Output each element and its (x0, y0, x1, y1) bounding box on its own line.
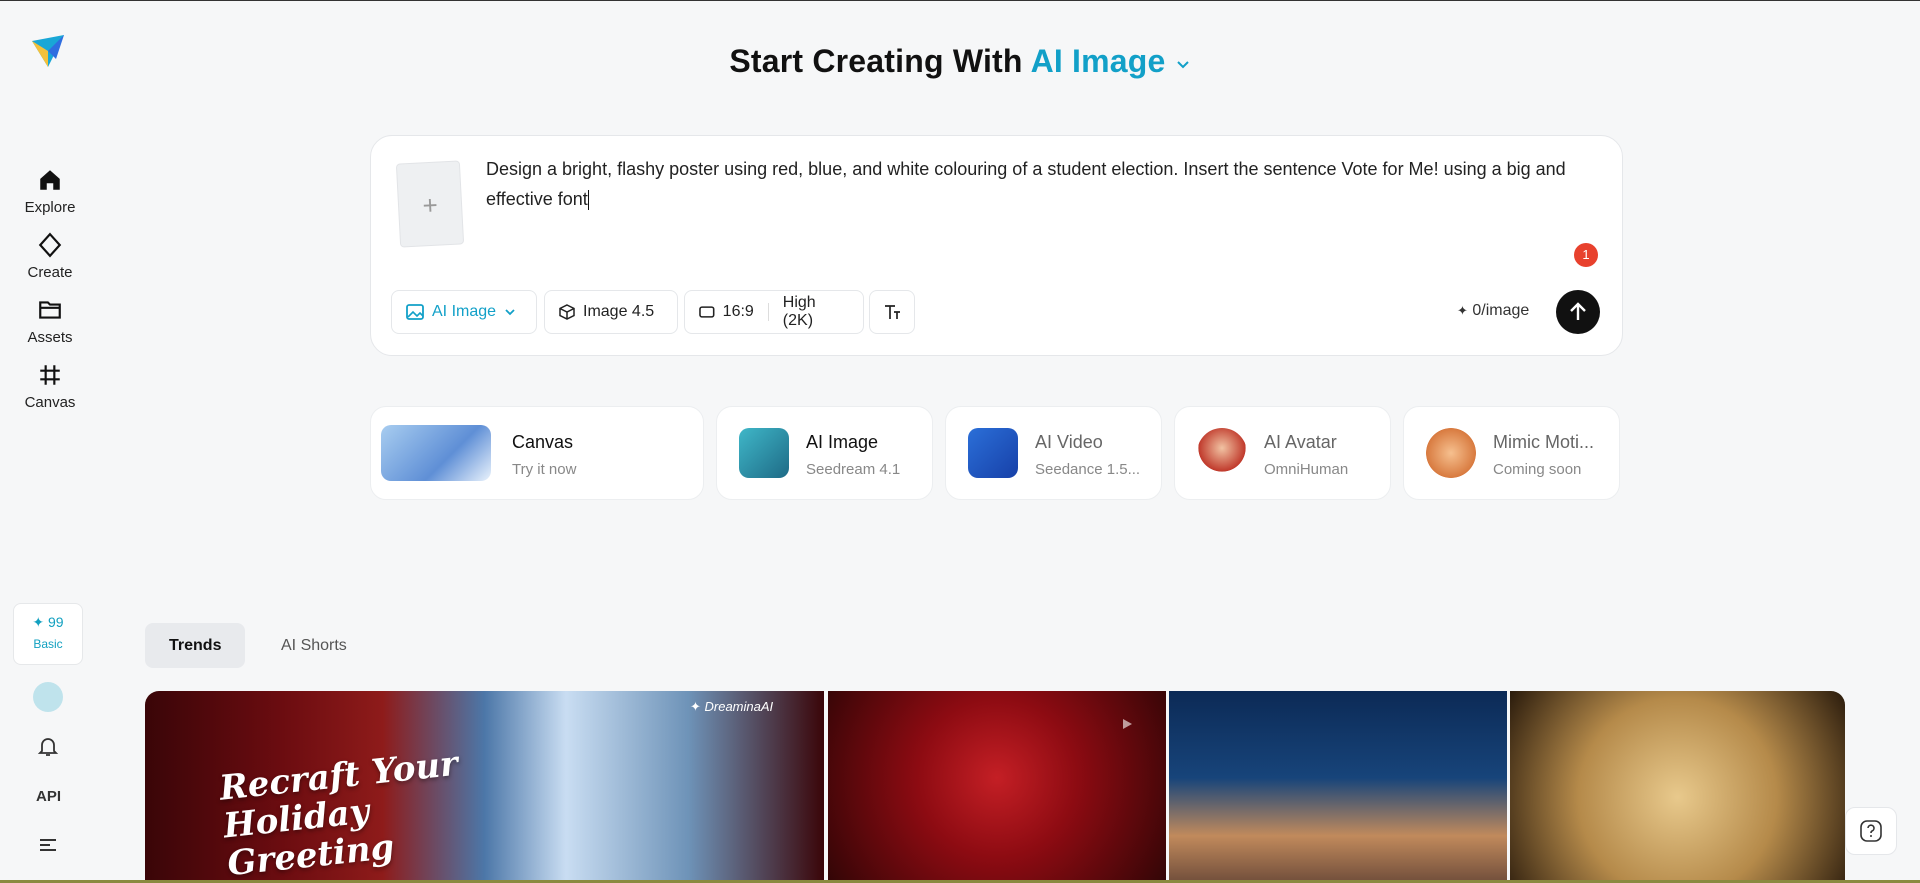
tool-subtitle: Coming soon (1493, 461, 1582, 478)
mode-selector-label: AI Image (1030, 43, 1166, 79)
play-icon (1123, 719, 1132, 729)
text-style-button[interactable] (869, 290, 915, 334)
sidebar-item-label: Canvas (24, 394, 76, 411)
tool-card-ai-image[interactable]: AI Image Seedream 4.1 (716, 406, 933, 500)
model-label: Image 4.5 (583, 303, 655, 320)
folder-icon (39, 301, 61, 319)
arrow-up-icon (1570, 302, 1586, 320)
ai-video-thumbnail (968, 428, 1018, 478)
ratio-label: 16:9 (722, 303, 754, 320)
mode-dropdown-label: AI Image (432, 303, 497, 320)
ai-avatar-thumbnail (1197, 428, 1247, 478)
model-selector[interactable]: Image 4.5 (544, 290, 678, 334)
prompt-card: + Design a bright, flashy poster using r… (370, 135, 1623, 356)
tool-subtitle: OmniHuman (1264, 461, 1349, 478)
sidebar-item-create[interactable]: Create (0, 232, 100, 281)
sidebar-item-assets[interactable]: Assets (0, 297, 100, 346)
prompt-text-line2: effective font (486, 189, 588, 209)
tool-title: AI Video (1035, 432, 1103, 452)
tool-title: Canvas (512, 432, 574, 452)
sparkle-icon: ✦ (1457, 303, 1468, 318)
sidebar-item-canvas[interactable]: Canvas (0, 362, 100, 411)
tool-title: AI Image (806, 432, 879, 452)
tool-title: Mimic Moti... (1493, 432, 1594, 452)
crop-icon (40, 365, 60, 385)
tool-card-ai-avatar[interactable]: AI Avatar OmniHuman (1174, 406, 1391, 500)
ai-image-thumbnail (739, 428, 789, 478)
aspect-ratio-icon (699, 306, 715, 318)
image-icon (406, 304, 424, 320)
gallery-item-title: Recraft Your Holiday Greeting (217, 743, 460, 883)
tab-trends[interactable]: Trends (145, 623, 246, 668)
tool-subtitle: Try it now (512, 461, 577, 478)
mimic-motion-thumbnail (1426, 428, 1476, 478)
tool-card-canvas[interactable]: Canvas Try it now (370, 406, 704, 500)
gallery-item[interactable] (828, 691, 1166, 883)
quality-label: High (2K) (782, 294, 816, 329)
chevron-down-icon (1176, 60, 1189, 68)
help-button[interactable] (1845, 807, 1897, 855)
gallery-item-brand: ✦ DreaminaAI (690, 699, 774, 714)
text-size-icon (885, 305, 900, 319)
bell-icon[interactable] (36, 734, 60, 758)
gallery-item[interactable]: Recraft Your Holiday Greeting ✦ Dreamina… (145, 691, 824, 883)
title-prefix: Start Creating With (729, 43, 1023, 79)
canvas-thumbnail (381, 425, 491, 481)
sidebar-item-label: Explore (24, 199, 76, 216)
cube-icon (559, 304, 575, 320)
tool-card-ai-video[interactable]: AI Video Seedance 1.5... (945, 406, 1162, 500)
prompt-text-line1: Design a bright, flashy poster using red… (486, 159, 1566, 179)
mode-dropdown[interactable]: AI Image (391, 290, 537, 334)
tool-card-mimic-motion[interactable]: Mimic Moti... Coming soon (1403, 406, 1620, 500)
sidebar-item-explore[interactable]: Explore (0, 167, 100, 216)
cost-label: 0/image (1472, 302, 1530, 319)
diamond-icon (38, 232, 62, 258)
avatar[interactable] (33, 682, 63, 712)
gallery-item[interactable] (1510, 691, 1845, 883)
menu-icon[interactable] (38, 837, 58, 853)
help-icon (1860, 820, 1882, 842)
tab-ai-shorts[interactable]: AI Shorts (257, 623, 371, 668)
credits-count: ✦ 99 (32, 614, 64, 630)
credits-widget[interactable]: ✦ 99 Basic (13, 603, 83, 665)
page-title: Start Creating With AI Image (0, 43, 1920, 80)
ratio-quality-selector[interactable]: 16:9 High (2K) (684, 290, 864, 334)
mode-selector[interactable]: AI Image (1031, 43, 1191, 79)
plan-label: Basic (33, 637, 63, 651)
chevron-down-icon (505, 309, 515, 316)
add-reference-button[interactable]: + (395, 160, 465, 248)
api-link[interactable]: API (36, 788, 61, 805)
send-button[interactable] (1556, 290, 1600, 334)
home-icon (40, 170, 60, 190)
gallery-item[interactable] (1169, 691, 1507, 883)
cost-indicator: ✦ 0/image (1457, 302, 1529, 320)
sidebar-item-label: Assets (27, 329, 73, 346)
notification-badge: 1 (1574, 243, 1598, 267)
tool-title: AI Avatar (1264, 432, 1337, 452)
prompt-input[interactable]: Design a bright, flashy poster using red… (486, 154, 1596, 214)
tool-subtitle: Seedream 4.1 (806, 461, 901, 478)
tool-subtitle: Seedance 1.5... (1035, 461, 1141, 478)
sidebar-item-label: Create (27, 264, 73, 281)
sidebar: Explore Create Assets Canvas ✦ 99 Basic … (0, 1, 100, 883)
